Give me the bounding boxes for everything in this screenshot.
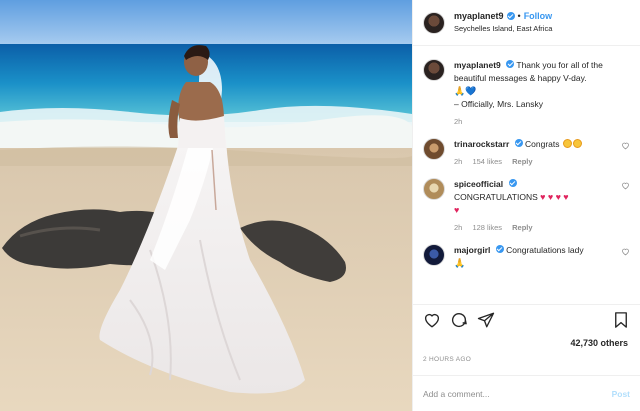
- comment-icon[interactable]: [450, 311, 468, 329]
- comment-text-block: majorgirl Congratulations lady 🙏: [454, 244, 616, 270]
- comment-likes[interactable]: 128 likes: [472, 223, 502, 232]
- username-link[interactable]: myaplanet9: [454, 10, 504, 22]
- post-side-panel: myaplanet9 • Follow Seychelles Island, E…: [412, 0, 640, 411]
- verified-badge-icon: [506, 12, 515, 20]
- add-comment-bar: Post: [413, 375, 640, 411]
- red-heart-emoji-icon: ♥: [555, 192, 561, 202]
- comment-text-block: spiceofficial CONGRATULATIONS ♥ ♥ ♥ ♥ ♥: [454, 178, 616, 217]
- post-time[interactable]: 2 HOURS AGO: [423, 356, 471, 363]
- divider: [413, 304, 640, 305]
- add-comment-input[interactable]: [423, 388, 612, 399]
- like-comment-heart-icon[interactable]: [621, 181, 630, 190]
- caption: myaplanet9 Thank you for all of the beau…: [423, 59, 630, 126]
- beach-bride-photo: [0, 0, 412, 411]
- avatar[interactable]: [423, 138, 445, 160]
- comment-text: CONGRATULATIONS: [454, 192, 538, 202]
- post-header: myaplanet9 • Follow Seychelles Island, E…: [413, 0, 640, 46]
- caption-signature: – Officially, Mrs. Lansky: [454, 99, 543, 109]
- comment-username[interactable]: trinarockstarr: [454, 139, 509, 149]
- heart-eyes-emoji-icon: [562, 139, 572, 148]
- likes-count[interactable]: 42,730 others: [570, 338, 628, 348]
- verified-badge-icon: [508, 179, 517, 187]
- caption-time[interactable]: 2h: [454, 117, 462, 126]
- share-icon[interactable]: [477, 311, 495, 329]
- avatar[interactable]: [423, 178, 445, 200]
- comment-meta: 2h 128 likes Reply: [454, 223, 616, 232]
- bookmark-icon[interactable]: [612, 311, 630, 329]
- comments-list[interactable]: myaplanet9 Thank you for all of the beau…: [413, 47, 640, 303]
- comment-body: spiceofficial CONGRATULATIONS ♥ ♥ ♥ ♥ ♥ …: [454, 178, 630, 232]
- post-header-text: myaplanet9 • Follow Seychelles Island, E…: [454, 10, 552, 35]
- comment-likes[interactable]: 154 likes: [472, 157, 502, 166]
- heart-icon[interactable]: [423, 311, 441, 329]
- comment-username[interactable]: majorgirl: [454, 245, 490, 255]
- caption-meta: 2h: [454, 117, 616, 126]
- comment-item: trinarockstarr Congrats 2h 154 likes Rep…: [423, 138, 630, 166]
- blue-heart-emoji-icon: 💙: [465, 86, 477, 96]
- post-photo[interactable]: [0, 0, 412, 411]
- location-link[interactable]: Seychelles Island, East Africa: [454, 23, 552, 35]
- caption-body: myaplanet9 Thank you for all of the beau…: [454, 59, 630, 126]
- comment-item: spiceofficial CONGRATULATIONS ♥ ♥ ♥ ♥ ♥ …: [423, 178, 630, 232]
- comment-username[interactable]: spiceofficial: [454, 179, 503, 189]
- red-heart-emoji-icon: ♥: [454, 205, 460, 215]
- red-heart-emoji-icon: ♥: [547, 192, 554, 202]
- avatar[interactable]: [423, 59, 445, 81]
- like-comment-heart-icon[interactable]: [621, 247, 630, 256]
- comment-text: Congrats: [525, 139, 560, 149]
- caption-username[interactable]: myaplanet9: [454, 60, 501, 70]
- verified-badge-icon: [514, 139, 523, 147]
- reply-button[interactable]: Reply: [512, 157, 532, 166]
- verified-badge-icon: [506, 60, 515, 68]
- comment-body: majorgirl Congratulations lady 🙏: [454, 244, 630, 270]
- comment-time[interactable]: 2h: [454, 223, 462, 232]
- comment-text: Congratulations lady: [506, 245, 584, 255]
- comment-body: trinarockstarr Congrats 2h 154 likes Rep…: [454, 138, 630, 166]
- comment-text-block: trinarockstarr Congrats: [454, 138, 616, 151]
- like-comment-heart-icon[interactable]: [621, 141, 630, 150]
- reply-button[interactable]: Reply: [512, 223, 532, 232]
- post-header-line: myaplanet9 • Follow: [454, 10, 552, 22]
- comment-meta: 2h 154 likes Reply: [454, 157, 616, 166]
- red-heart-emoji-icon: ♥: [540, 192, 546, 202]
- comment-time[interactable]: 2h: [454, 157, 462, 166]
- caption-text-block: myaplanet9 Thank you for all of the beau…: [454, 59, 616, 111]
- action-bar: [423, 309, 630, 331]
- grin-emoji-icon: [572, 139, 582, 148]
- pray-emoji-icon: 🙏: [454, 86, 466, 96]
- post-comment-button[interactable]: Post: [612, 389, 630, 399]
- pray-emoji-icon: 🙏: [454, 258, 466, 268]
- red-heart-emoji-icon: ♥: [563, 192, 569, 202]
- separator-dot: •: [517, 11, 521, 21]
- follow-button[interactable]: Follow: [524, 10, 553, 22]
- avatar[interactable]: [423, 11, 445, 34]
- comment-item: majorgirl Congratulations lady 🙏: [423, 244, 630, 270]
- avatar[interactable]: [423, 244, 445, 266]
- verified-badge-icon: [495, 245, 504, 253]
- instagram-post: myaplanet9 • Follow Seychelles Island, E…: [0, 0, 640, 411]
